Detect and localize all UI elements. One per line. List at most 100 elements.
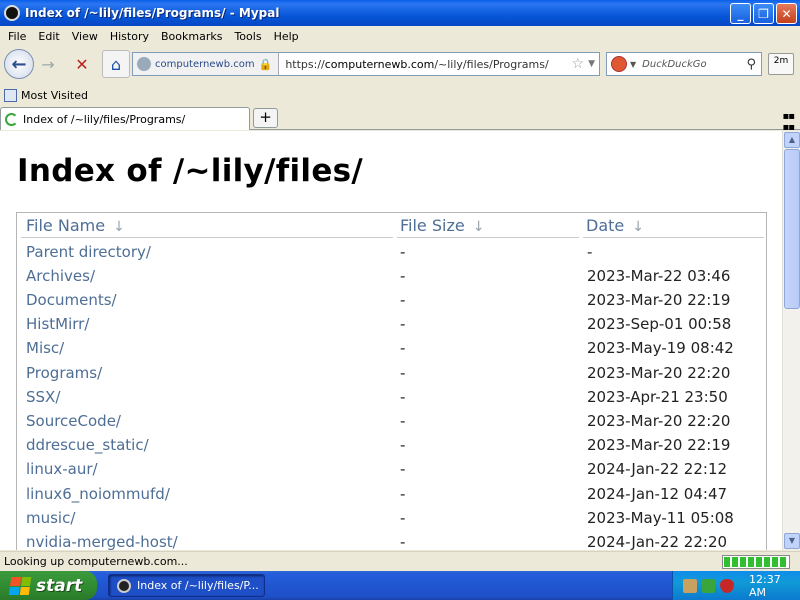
duckduckgo-icon[interactable] <box>611 56 627 72</box>
search-engine-dropdown-icon[interactable]: ▼ <box>630 60 636 69</box>
table-row: Misc/ - 2023-May-19 08:42 <box>17 339 766 363</box>
network-tray-icon[interactable] <box>683 578 697 593</box>
menu-bookmarks[interactable]: Bookmarks <box>155 30 228 43</box>
tab-list-grid-icon[interactable]: ▪▪ ▪▪ <box>782 111 795 133</box>
stop-button[interactable]: ✕ <box>68 50 96 78</box>
file-link[interactable]: music/ <box>26 509 75 527</box>
tab-active[interactable]: Index of /~lily/files/Programs/ <box>0 107 250 130</box>
file-link[interactable]: HistMirr/ <box>26 315 89 333</box>
sort-arrow-icon: ↓ <box>113 219 125 235</box>
start-button[interactable]: start <box>0 571 97 600</box>
table-row: SourceCode/ - 2023-Mar-20 22:20 <box>17 412 766 436</box>
most-visited-icon <box>4 88 17 102</box>
globe-icon <box>137 57 151 71</box>
windows-logo-icon <box>8 576 32 595</box>
system-tray: 12:37 AM <box>672 571 800 600</box>
sort-arrow-icon: ↓ <box>472 219 485 235</box>
table-row: music/ - 2023-May-11 05:08 <box>17 509 766 533</box>
file-link[interactable]: linux-aur/ <box>26 460 98 478</box>
file-size: - <box>400 267 406 285</box>
table-row: ddrescue_static/ - 2023-Mar-20 22:19 <box>17 436 766 460</box>
back-button[interactable]: ← <box>4 49 34 79</box>
file-link[interactable]: Archives/ <box>26 267 95 285</box>
file-link[interactable]: SSX/ <box>26 388 60 406</box>
file-link[interactable]: nvidia-merged-host/ <box>26 533 178 550</box>
file-listing-table: File Name ↓ File Size ↓ Date ↓ Parent direc… <box>16 212 767 550</box>
plus-icon: + <box>259 108 272 126</box>
file-link[interactable]: Documents/ <box>26 291 117 309</box>
page-content: Index of /~lily/files/ File Name ↓ File S… <box>0 131 782 550</box>
status-text: Looking up computernewb.com... <box>4 555 188 568</box>
file-size: - <box>400 364 406 382</box>
maximize-button[interactable]: ❐ <box>753 3 774 24</box>
window-title: Index of /~lily/files/Programs/ - Mypal <box>25 6 280 20</box>
search-bar[interactable]: ▼ DuckDuckGo ⚲ <box>606 52 762 76</box>
vertical-scrollbar[interactable]: ▲ ▼ <box>782 131 800 550</box>
file-link[interactable]: Programs/ <box>26 364 102 382</box>
file-size: - <box>400 412 406 430</box>
taskbar-window-button[interactable]: Index of /~lily/files/P... <box>108 574 265 597</box>
security-shield-tray-icon[interactable] <box>720 578 735 593</box>
navigation-toolbar: ← → ✕ ⌂ computernewb.com 🔒 https://compu… <box>0 48 800 80</box>
mypal-app-icon <box>4 5 20 21</box>
status-bar: Looking up computernewb.com... <box>0 551 800 571</box>
most-visited-bookmark[interactable]: Most Visited <box>21 89 88 102</box>
site-identity-button[interactable]: computernewb.com 🔒 <box>133 53 280 75</box>
file-link[interactable]: linux6_noiommufd/ <box>26 485 170 503</box>
file-date: 2023-May-11 05:08 <box>587 509 734 527</box>
file-link[interactable]: Misc/ <box>26 339 64 357</box>
safely-remove-tray-icon[interactable] <box>701 578 716 593</box>
table-row: Programs/ - 2023-Mar-20 22:20 <box>17 364 766 388</box>
column-header-date[interactable]: Date ↓ <box>586 216 644 235</box>
menu-file[interactable]: File <box>2 30 32 43</box>
file-date: 2024-Jan-22 22:20 <box>587 533 728 550</box>
scroll-thumb[interactable] <box>784 149 800 309</box>
close-button[interactable]: ✕ <box>776 3 797 24</box>
taskbar: start Index of /~lily/files/P... 12:37 A… <box>0 571 800 600</box>
scroll-up-button[interactable]: ▲ <box>784 132 800 148</box>
file-link[interactable]: Parent directory/ <box>26 243 151 261</box>
column-date-label: Date <box>586 216 625 235</box>
column-header-size[interactable]: File Size ↓ <box>400 216 484 235</box>
tab-bar: Index of /~lily/files/Programs/ + ▪▪ ▪▪ <box>0 106 800 133</box>
file-link[interactable]: ddrescue_static/ <box>26 436 149 454</box>
bookmarks-toolbar: Most Visited <box>0 84 800 106</box>
file-date: 2023-Mar-20 22:19 <box>587 436 731 454</box>
file-size: - <box>400 339 406 357</box>
file-date: 2024-Jan-12 04:47 <box>587 485 728 503</box>
url-bar[interactable]: computernewb.com 🔒 https://computernewb.… <box>132 52 600 76</box>
search-input[interactable]: DuckDuckGo <box>642 59 746 70</box>
url-host: computernewb.com <box>324 57 435 71</box>
home-button[interactable]: ⌂ <box>102 50 130 78</box>
search-magnifier-icon[interactable]: ⚲ <box>746 57 756 72</box>
file-date: 2023-Mar-20 22:20 <box>587 412 731 430</box>
window-controls: _ ❐ ✕ <box>730 3 797 24</box>
file-size: - <box>400 509 406 527</box>
menu-history[interactable]: History <box>104 30 155 43</box>
menu-help[interactable]: Help <box>268 30 305 43</box>
file-link[interactable]: SourceCode/ <box>26 412 121 430</box>
back-arrow-icon: ← <box>11 53 27 75</box>
new-tab-button[interactable]: + <box>253 108 278 128</box>
url-history-dropdown-icon[interactable]: ▼ <box>588 59 595 69</box>
menu-view[interactable]: View <box>66 30 104 43</box>
table-row: Parent directory/ - - <box>17 243 766 267</box>
taskbar-window-label: Index of /~lily/files/P... <box>137 579 259 592</box>
timer-button[interactable]: 2m <box>768 53 794 75</box>
menu-tools[interactable]: Tools <box>228 30 267 43</box>
file-date: 2023-May-19 08:42 <box>587 339 734 357</box>
file-date: 2024-Jan-22 22:12 <box>587 460 728 478</box>
scroll-down-button[interactable]: ▼ <box>784 533 800 549</box>
start-label: start <box>36 575 83 596</box>
progress-fill <box>724 557 788 567</box>
menu-bar: File Edit View History Bookmarks Tools H… <box>0 26 800 46</box>
url-input[interactable]: https://computernewb.com/~lily/files/Pro… <box>279 58 571 71</box>
menu-edit[interactable]: Edit <box>32 30 65 43</box>
forward-arrow-icon: → <box>41 54 55 74</box>
file-date: 2023-Apr-21 23:50 <box>587 388 728 406</box>
bookmark-star-icon[interactable]: ☆ <box>572 56 585 72</box>
column-header-name[interactable]: File Name ↓ <box>26 216 125 235</box>
window-titlebar[interactable]: Index of /~lily/files/Programs/ - Mypal … <box>0 0 800 26</box>
minimize-button[interactable]: _ <box>730 3 751 24</box>
forward-button[interactable]: → <box>34 50 62 78</box>
